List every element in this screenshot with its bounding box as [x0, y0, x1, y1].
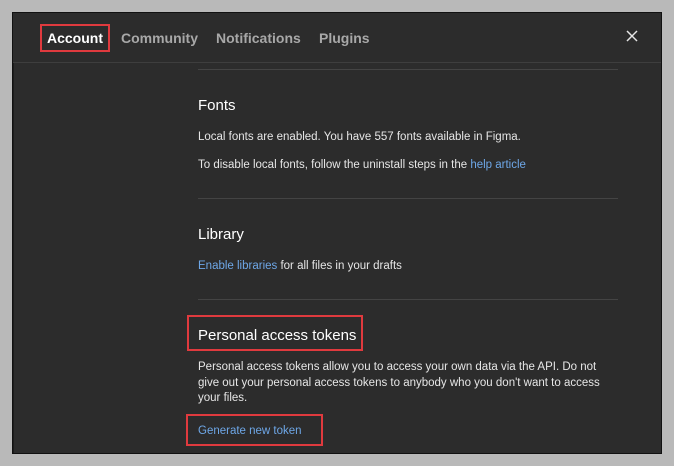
settings-modal: Account Community Notifications Plugins … — [12, 12, 662, 454]
tokens-heading: Personal access tokens — [198, 327, 357, 344]
generate-token-link[interactable]: Generate new token — [198, 424, 302, 440]
library-heading: Library — [198, 226, 244, 243]
tab-community[interactable]: Community — [121, 24, 198, 52]
fonts-uninstall-prefix: To disable local fonts, follow the unins… — [198, 159, 471, 171]
library-text: Enable libraries for all files in your d… — [198, 259, 618, 275]
help-article-link[interactable]: help article — [470, 159, 526, 171]
tokens-description: Personal access tokens allow you to acce… — [198, 361, 600, 404]
fonts-uninstall-text: To disable local fonts, follow the unins… — [198, 158, 618, 174]
section-divider — [198, 69, 618, 70]
section-divider — [198, 299, 618, 300]
tab-plugins[interactable]: Plugins — [319, 24, 370, 52]
fonts-heading: Fonts — [198, 97, 236, 114]
library-suffix: for all files in your drafts — [277, 260, 402, 272]
account-settings-panel: Fonts Local fonts are enabled. You have … — [13, 63, 661, 453]
enable-libraries-link[interactable]: Enable libraries — [198, 260, 277, 272]
tab-account[interactable]: Account — [40, 24, 110, 52]
tab-notifications[interactable]: Notifications — [216, 24, 301, 52]
tab-bar: Account Community Notifications Plugins — [13, 13, 661, 63]
fonts-status-text: Local fonts are enabled. You have 557 fo… — [198, 131, 521, 143]
generate-token-label[interactable]: Generate new token — [198, 425, 302, 437]
section-divider — [198, 198, 618, 199]
close-icon[interactable] — [625, 29, 639, 43]
